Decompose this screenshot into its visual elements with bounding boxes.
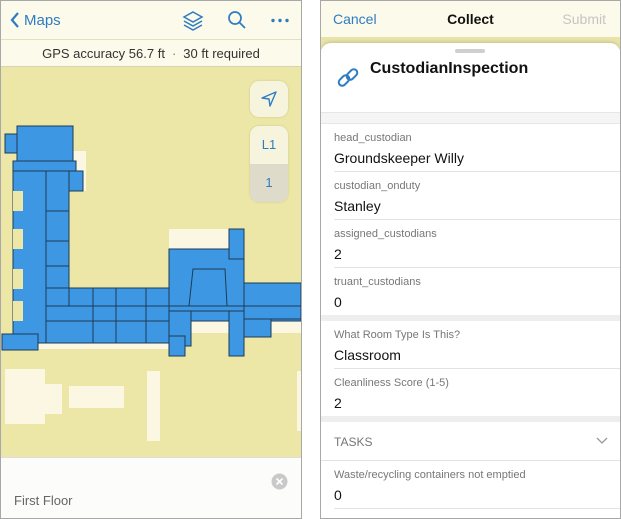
collect-screen: Cancel Collect Submit CustodianInspectio… (320, 0, 621, 519)
floor-level-1[interactable]: 1 (250, 164, 288, 202)
back-button[interactable]: Maps (9, 11, 61, 29)
chevron-down-icon (596, 437, 608, 444)
map-screen: Maps GPS accuracy 56.7 ft · 30 ft requir… (0, 0, 302, 519)
form-title: CustodianInspection (370, 60, 529, 77)
form-sheet: CustodianInspection head_custodian Ground… (321, 43, 620, 518)
gps-accuracy-bar: GPS accuracy 56.7 ft · 30 ft required (1, 39, 301, 67)
map-nav-bar: Maps (1, 1, 301, 39)
navigation-arrow-icon (261, 91, 277, 107)
field-assigned-custodians[interactable]: assigned_custodians 2 (334, 220, 620, 268)
drag-handle[interactable] (455, 49, 485, 53)
floor-picker: L1 1 (250, 126, 288, 202)
chevron-left-icon (10, 12, 19, 28)
floor-level-L1[interactable]: L1 (250, 126, 288, 164)
floor-title: First Floor (14, 493, 73, 508)
field-custodian-onduty[interactable]: custodian_onduty Stanley (334, 172, 620, 220)
more-icon[interactable] (271, 18, 289, 23)
close-icon[interactable] (271, 473, 288, 490)
link-icon (337, 68, 359, 87)
search-icon[interactable] (227, 10, 247, 30)
layers-icon[interactable] (182, 10, 204, 32)
field-waste-containers[interactable]: Waste/recycling containers not emptied 0 (334, 461, 620, 509)
field-head-custodian[interactable]: head_custodian Groundskeeper Willy (334, 124, 620, 172)
tasks-group-header[interactable]: TASKS (321, 422, 620, 461)
field-cleanliness-score[interactable]: Cleanliness Score (1-5) 2 (334, 369, 620, 416)
field-truant-custodians[interactable]: truant_custodians 0 (334, 268, 620, 315)
map-canvas[interactable] (1, 1, 302, 519)
submit-button[interactable]: Submit (562, 11, 606, 27)
floor-info-card: First Floor (1, 457, 301, 518)
field-room-type[interactable]: What Room Type Is This? Classroom (334, 321, 620, 369)
locate-button[interactable] (250, 81, 288, 117)
collect-nav-bar: Cancel Collect Submit (321, 1, 620, 37)
